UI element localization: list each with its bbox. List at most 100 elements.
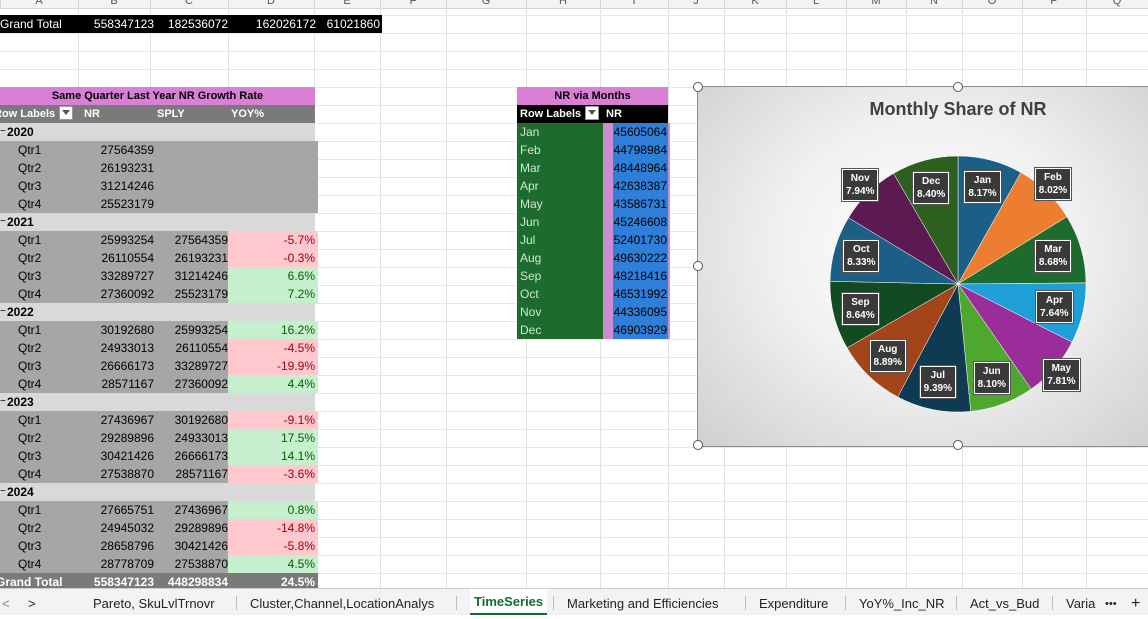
- pivot-yoy-year-label[interactable]: 2023: [0, 393, 87, 411]
- pivot-months-month-label[interactable]: Nov: [517, 303, 606, 321]
- collapse-icon[interactable]: −: [0, 213, 6, 231]
- grand-total-top-value-e[interactable]: 61021860: [316, 15, 382, 33]
- pivot-months-title[interactable]: NR via Months: [517, 87, 668, 105]
- pivot-yoy-header-sply[interactable]: SPLY: [157, 105, 217, 123]
- column-header-c[interactable]: C: [150, 0, 228, 7]
- pivot-yoy-growth-cell[interactable]: 14.1%: [228, 447, 318, 465]
- pivot-yoy-sply-cell[interactable]: 25993254: [154, 321, 228, 339]
- pivot-yoy-nr-cell[interactable]: 27360092: [84, 285, 154, 303]
- pivot-months-header-nr[interactable]: NR: [606, 105, 666, 123]
- grand-total-top-value-b[interactable]: 558347123: [86, 15, 154, 33]
- pivot-yoy-growth-cell[interactable]: [228, 141, 318, 159]
- pie-label-oct[interactable]: Oct 8.33%: [843, 240, 880, 273]
- pie-label-apr[interactable]: Apr 7.64%: [1036, 290, 1073, 323]
- pivot-yoy-sply-cell[interactable]: 26193231: [154, 249, 228, 267]
- pivot-yoy-nr-cell[interactable]: 28571167: [84, 375, 154, 393]
- pivot-yoy-nr-cell[interactable]: 27564359: [84, 141, 154, 159]
- filter-dropdown-icon[interactable]: [585, 106, 600, 121]
- filter-dropdown-icon[interactable]: [59, 106, 74, 121]
- column-header-h[interactable]: H: [526, 0, 600, 7]
- pivot-months-month-label[interactable]: May: [517, 195, 606, 213]
- pie-label-jul[interactable]: Jul 9.39%: [919, 365, 956, 398]
- pie-label-dec[interactable]: Dec 8.40%: [912, 171, 950, 204]
- pivot-months-month-label[interactable]: Dec: [517, 321, 606, 339]
- pivot-months-nr-cell[interactable]: 48218416: [603, 267, 670, 285]
- sheet-tab-timeseries[interactable]: TimeSeries: [470, 589, 548, 615]
- pivot-yoy-sply-cell[interactable]: 31214246: [154, 267, 228, 285]
- pivot-months-nr-cell[interactable]: 45246608: [603, 213, 670, 231]
- pivot-yoy-sply-cell[interactable]: 24933013: [154, 429, 228, 447]
- pivot-months-nr-cell[interactable]: 43586731: [603, 195, 670, 213]
- pivot-yoy-growth-cell[interactable]: -3.6%: [228, 465, 318, 483]
- add-sheet-button[interactable]: +: [1131, 589, 1140, 615]
- pivot-yoy-sply-cell[interactable]: 27436967: [154, 501, 228, 519]
- pivot-months-header-row-labels[interactable]: Row Labels: [520, 105, 604, 123]
- pivot-months-month-label[interactable]: Sep: [517, 267, 606, 285]
- tab-scroll-prev-button[interactable]: <: [2, 589, 10, 615]
- chart-resize-handle-bottom-left[interactable]: [693, 440, 703, 450]
- chart-resize-handle-top-left[interactable]: [693, 82, 703, 92]
- pivot-yoy-sply-cell[interactable]: 33289727: [154, 357, 228, 375]
- pivot-yoy-sply-cell[interactable]: 27538870: [154, 555, 228, 573]
- pivot-yoy-growth-cell[interactable]: 4.4%: [228, 375, 318, 393]
- pivot-yoy-sply-cell[interactable]: 29289896: [154, 519, 228, 537]
- pivot-yoy-nr-cell[interactable]: 29289896: [84, 429, 154, 447]
- pie-label-feb[interactable]: Feb 8.02%: [1034, 168, 1072, 201]
- pivot-yoy-growth-cell[interactable]: 17.5%: [228, 429, 318, 447]
- pivot-yoy-sply-cell[interactable]: [154, 159, 228, 177]
- pivot-yoy-title[interactable]: Same Quarter Last Year NR Growth Rate: [0, 87, 315, 105]
- pivot-yoy-header-yoy[interactable]: YOY%: [231, 105, 291, 123]
- pivot-yoy-nr-cell[interactable]: 27436967: [84, 411, 154, 429]
- grand-total-top-label[interactable]: Grand Total: [0, 15, 86, 33]
- pivot-months-month-label[interactable]: Jun: [517, 213, 606, 231]
- pivot-yoy-growth-cell[interactable]: [228, 177, 318, 195]
- chart-resize-handle-top[interactable]: [953, 82, 963, 92]
- pie-label-aug[interactable]: Aug 8.89%: [869, 339, 906, 372]
- pivot-yoy-sply-cell[interactable]: 28571167: [154, 465, 228, 483]
- pivot-yoy-nr-cell[interactable]: 25993254: [84, 231, 154, 249]
- pivot-yoy-sply-cell[interactable]: 25523179: [154, 285, 228, 303]
- pivot-months-nr-cell[interactable]: 44798984: [603, 141, 670, 159]
- sheet-tab-marketing-and-efficiencies[interactable]: Marketing and Efficiencies: [567, 589, 719, 615]
- column-header-b[interactable]: B: [78, 0, 150, 7]
- pie-label-sep[interactable]: Sep 8.64%: [842, 292, 879, 325]
- pivot-yoy-nr-cell[interactable]: 27665751: [84, 501, 154, 519]
- pivot-yoy-growth-cell[interactable]: -14.8%: [228, 519, 318, 537]
- pivot-months-month-label[interactable]: Apr: [517, 177, 606, 195]
- pivot-yoy-growth-cell[interactable]: -5.8%: [228, 537, 318, 555]
- pivot-yoy-year-label[interactable]: 2024: [0, 483, 87, 501]
- pivot-yoy-nr-cell[interactable]: 30421426: [84, 447, 154, 465]
- column-header-e[interactable]: E: [314, 0, 380, 7]
- pivot-yoy-nr-cell[interactable]: 24933013: [84, 339, 154, 357]
- pie-label-mar[interactable]: Mar 8.68%: [1034, 240, 1072, 273]
- sheet-tab-cluster-channel-locationanalys[interactable]: Cluster,Channel,LocationAnalys: [250, 589, 434, 615]
- column-header-d[interactable]: D: [228, 0, 314, 7]
- column-header-l[interactable]: L: [786, 0, 846, 7]
- pivot-yoy-header-nr[interactable]: NR: [84, 105, 144, 123]
- collapse-icon[interactable]: −: [0, 483, 6, 501]
- pivot-yoy-nr-cell[interactable]: 25523179: [84, 195, 154, 213]
- pivot-months-month-label[interactable]: Jul: [517, 231, 606, 249]
- pivot-yoy-sply-cell[interactable]: 26110554: [154, 339, 228, 357]
- pivot-yoy-growth-cell[interactable]: -0.3%: [228, 249, 318, 267]
- pivot-months-nr-cell[interactable]: 49630222: [603, 249, 670, 267]
- pivot-months-month-label[interactable]: Oct: [517, 285, 606, 303]
- pivot-yoy-sply-cell[interactable]: 26666173: [154, 447, 228, 465]
- collapse-icon[interactable]: −: [0, 393, 6, 411]
- pivot-yoy-growth-cell[interactable]: 6.6%: [228, 267, 318, 285]
- column-header-p[interactable]: P: [1022, 0, 1086, 7]
- pivot-yoy-sply-cell[interactable]: [154, 141, 228, 159]
- pivot-months-nr-cell[interactable]: 46531992: [603, 285, 670, 303]
- pivot-months-nr-cell[interactable]: 46903929: [603, 321, 670, 339]
- pie-label-jun[interactable]: Jun 8.10%: [973, 361, 1010, 394]
- sheet-tab-varia[interactable]: Varia: [1066, 589, 1095, 615]
- sheet-tab-act-vs-bud[interactable]: Act_vs_Bud: [970, 589, 1039, 615]
- pivot-months-nr-cell[interactable]: 52401730: [603, 231, 670, 249]
- pivot-yoy-header-row-labels[interactable]: Row Labels: [0, 105, 82, 123]
- column-header-g[interactable]: G: [446, 0, 526, 7]
- column-header-q[interactable]: Q: [1086, 0, 1148, 7]
- chart-resize-handle-left[interactable]: [693, 261, 703, 271]
- pivot-months-month-label[interactable]: Aug: [517, 249, 606, 267]
- pivot-yoy-sply-cell[interactable]: 30192680: [154, 411, 228, 429]
- pivot-yoy-sply-cell[interactable]: [154, 195, 228, 213]
